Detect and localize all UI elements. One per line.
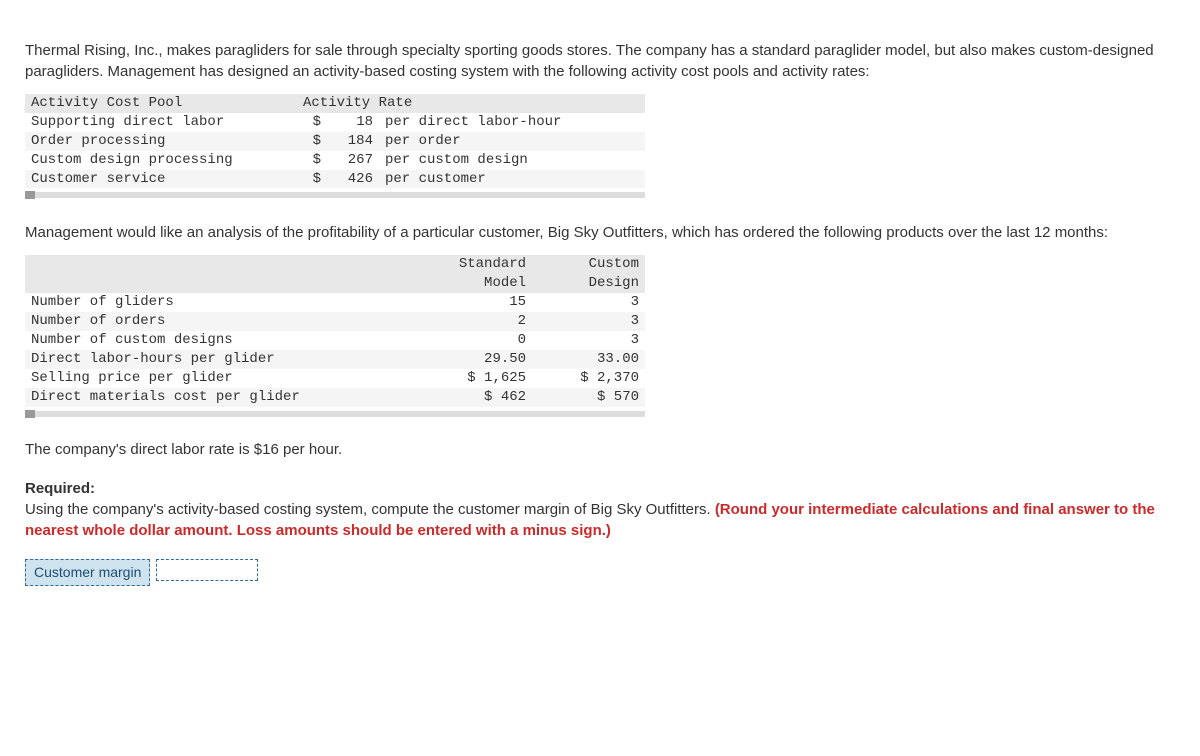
scroll-thumb-left[interactable] (25, 191, 35, 199)
customer-margin-label: Customer margin (25, 559, 150, 587)
t2-label: Number of gliders (25, 293, 419, 312)
answer-row: Customer margin (25, 559, 1175, 587)
activity-rate-table: Activity Cost Pool Activity Rate Support… (25, 94, 1175, 198)
table-row: Direct labor-hours per glider 29.50 33.0… (25, 350, 645, 369)
scrollbar[interactable] (25, 411, 645, 417)
scrollbar[interactable] (25, 192, 645, 198)
table-row: Number of orders 2 3 (25, 312, 645, 331)
t2-std: 2 (419, 312, 532, 331)
t2-h-cus2: Design (532, 274, 645, 293)
table-row: Number of gliders 15 3 (25, 293, 645, 312)
labor-rate-line: The company's direct labor rate is $16 p… (25, 439, 1175, 460)
t2-h-cus1: Custom (532, 255, 645, 274)
intro-paragraph: Thermal Rising, Inc., makes paragliders … (25, 40, 1175, 82)
table-row: Order processing $ 184 per order (25, 132, 645, 151)
t2-cus: 33.00 (532, 350, 645, 369)
t1-cur: $ (297, 170, 327, 189)
t1-unit: per custom design (379, 151, 645, 170)
t1-header-pool: Activity Cost Pool (25, 94, 297, 113)
table-row: Customer service $ 426 per customer (25, 170, 645, 189)
t2-std: 15 (419, 293, 532, 312)
t1-amt: 184 (327, 132, 379, 151)
t2-label: Direct labor-hours per glider (25, 350, 419, 369)
t2-cus: 3 (532, 331, 645, 350)
t2-cus: 3 (532, 312, 645, 331)
table-row: Direct materials cost per glider $ 462 $… (25, 388, 645, 407)
t2-h-std2: Model (419, 274, 532, 293)
t2-std: $ 462 (419, 388, 532, 407)
mid-paragraph: Management would like an analysis of the… (25, 222, 1175, 243)
scroll-thumb-left[interactable] (25, 410, 35, 418)
t1-amt: 426 (327, 170, 379, 189)
t1-pool: Supporting direct labor (25, 113, 297, 132)
t1-unit: per direct labor-hour (379, 113, 645, 132)
t1-unit: per order (379, 132, 645, 151)
table-row: Custom design processing $ 267 per custo… (25, 151, 645, 170)
t2-std: 29.50 (419, 350, 532, 369)
customer-data-table: Standard Custom Model Design Number of g… (25, 255, 1175, 416)
t2-label: Number of orders (25, 312, 419, 331)
t2-label: Number of custom designs (25, 331, 419, 350)
table-row: Number of custom designs 0 3 (25, 331, 645, 350)
customer-margin-input[interactable] (156, 559, 258, 581)
t2-std: 0 (419, 331, 532, 350)
required-text: Using the company's activity-based costi… (25, 501, 715, 518)
t2-std: $ 1,625 (419, 369, 532, 388)
t2-h-std1: Standard (419, 255, 532, 274)
t1-header-rate: Activity Rate (297, 94, 645, 113)
t1-pool: Customer service (25, 170, 297, 189)
t1-cur: $ (297, 151, 327, 170)
t2-cus: 3 (532, 293, 645, 312)
t2-cus: $ 2,370 (532, 369, 645, 388)
t1-cur: $ (297, 132, 327, 151)
table-row: Supporting direct labor $ 18 per direct … (25, 113, 645, 132)
t2-label: Selling price per glider (25, 369, 419, 388)
t1-amt: 267 (327, 151, 379, 170)
t2-label: Direct materials cost per glider (25, 388, 419, 407)
t1-pool: Custom design processing (25, 151, 297, 170)
t1-cur: $ (297, 113, 327, 132)
t1-pool: Order processing (25, 132, 297, 151)
t2-cus: $ 570 (532, 388, 645, 407)
table-row: Selling price per glider $ 1,625 $ 2,370 (25, 369, 645, 388)
t1-amt: 18 (327, 113, 379, 132)
t1-unit: per customer (379, 170, 645, 189)
required-label: Required: (25, 480, 95, 497)
